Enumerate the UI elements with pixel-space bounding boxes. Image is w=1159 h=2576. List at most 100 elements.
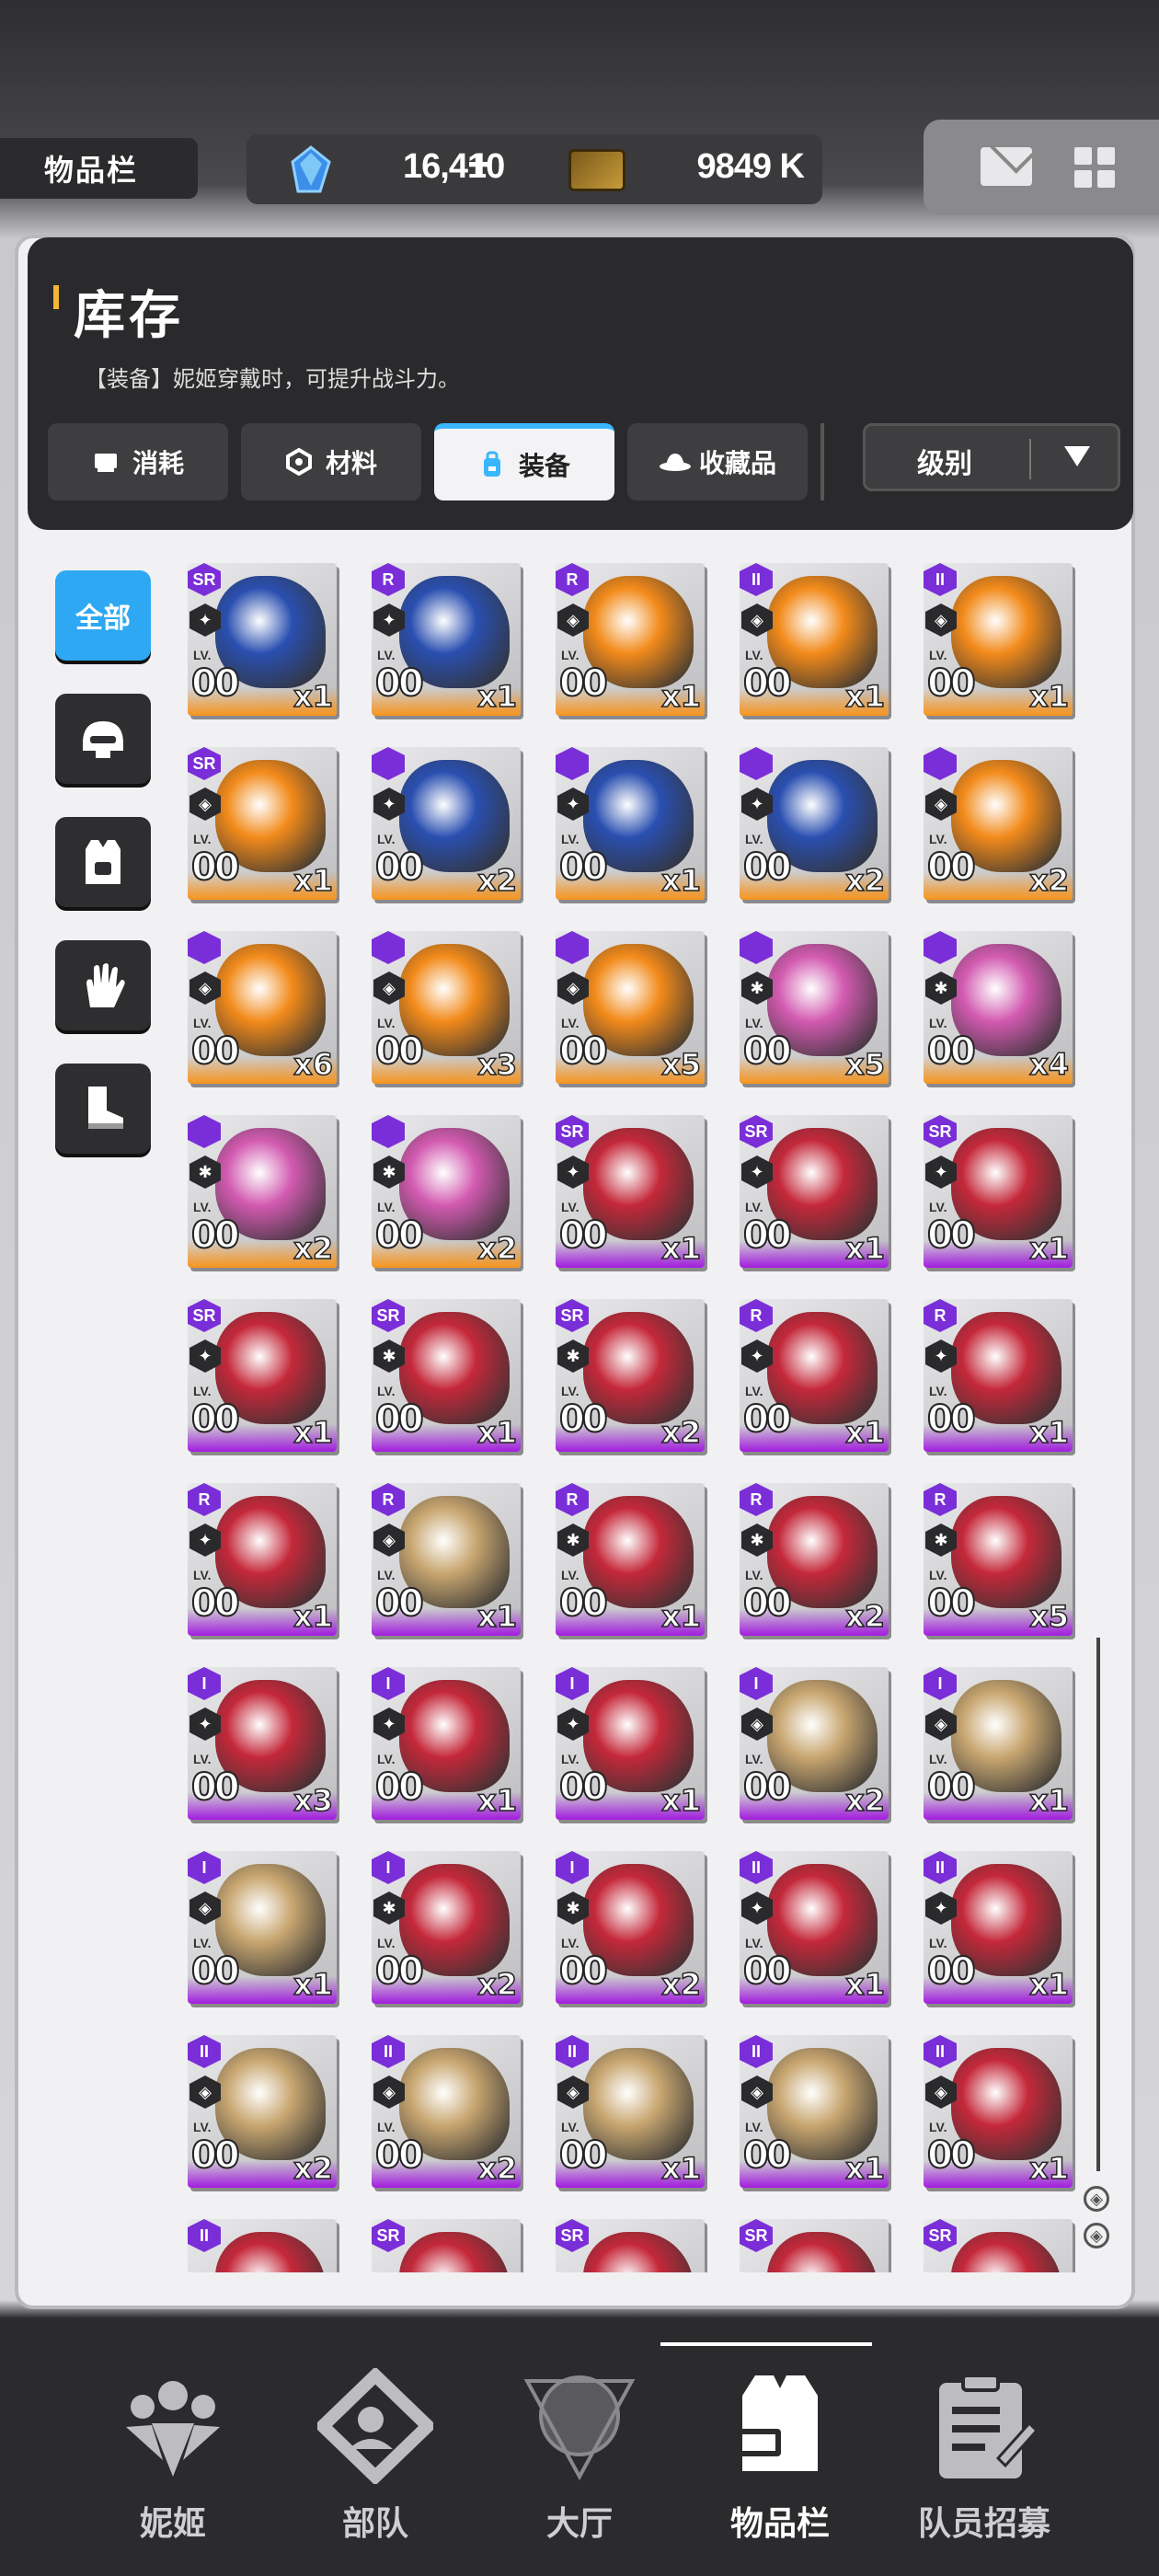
equipment-item[interactable]: SR ✦ LV. 00 x1	[740, 1115, 889, 1268]
nav-lobby[interactable]: 大厅	[488, 2346, 671, 2548]
manufacturer-badge: II	[188, 2219, 221, 2252]
equipment-item[interactable]: SR ✱ LV. 00 x1	[372, 1299, 521, 1452]
equipment-item[interactable]: R ✦ LV. 00 x1	[924, 1299, 1073, 1452]
tab-consumable[interactable]: 消耗	[48, 423, 228, 500]
filter-helmet[interactable]	[55, 694, 151, 784]
tab-materials[interactable]: 材料	[241, 423, 421, 500]
equipment-item[interactable]: II ✦ LV. 00 x1	[924, 1851, 1073, 2004]
level-value: 00	[374, 2133, 425, 2178]
nav-inventory[interactable]: 物品栏	[660, 2342, 872, 2548]
manufacturer-badge: SR	[740, 1115, 773, 1148]
sort-divider	[1029, 439, 1031, 479]
manufacturer-badge	[188, 1115, 221, 1148]
equipment-item[interactable]: II ◈ LV. 00 x1	[924, 563, 1073, 716]
equipment-item[interactable]: R ✦ LV. 00 x1	[372, 563, 521, 716]
level-label: LV.	[377, 1200, 396, 1214]
filter-all[interactable]: 全部	[55, 570, 151, 661]
item-count: x1	[1028, 678, 1069, 715]
manufacturer-badge: R	[372, 563, 405, 596]
equipment-item[interactable]: SR ✦ LV. 00 x1	[188, 563, 337, 716]
level-value: 00	[926, 1213, 977, 1258]
equipment-item[interactable]: R ✦ LV. 00 x1	[740, 1299, 889, 1452]
item-count: x1	[660, 678, 701, 715]
equipment-item[interactable]: ✱ LV. 00 x2	[372, 1115, 521, 1268]
equipment-item[interactable]: R ✱ LV. 00 x5	[924, 1483, 1073, 1636]
filter-gloves[interactable]	[55, 940, 151, 1030]
equipment-item[interactable]: SR ✱ LV. 00 x2	[556, 1299, 705, 1452]
equipment-item[interactable]: SR	[740, 2219, 889, 2272]
equipment-item[interactable]: I ✱ LV. 00 x2	[556, 1851, 705, 2004]
equipment-item[interactable]: I ✦ LV. 00 x1	[556, 1667, 705, 1820]
tab-collectibles[interactable]: 收藏品	[627, 423, 808, 500]
equipment-item[interactable]: R ◈ LV. 00 x1	[372, 1483, 521, 1636]
menu-grid-icon[interactable]	[1074, 147, 1115, 188]
equipment-item[interactable]: ✱ LV. 00 x2	[188, 1115, 337, 1268]
equipment-item[interactable]: SR ✦ LV. 00 x1	[188, 1299, 337, 1452]
equipment-item[interactable]: II	[188, 2219, 337, 2272]
manufacturer-badge: SR	[188, 563, 221, 596]
level-label: LV.	[193, 1200, 212, 1214]
equipment-item[interactable]: ✱ LV. 00 x5	[740, 931, 889, 1084]
equipment-item[interactable]: II ◈ LV. 00 x2	[188, 2035, 337, 2188]
squad-icon	[313, 2366, 438, 2486]
nav-squad[interactable]: 部队	[283, 2346, 467, 2548]
scrollbar[interactable]	[1096, 1638, 1100, 2171]
scroll-down-icon[interactable]: ◈	[1084, 2223, 1109, 2248]
tab-equipment[interactable]: 装备	[434, 423, 614, 500]
equipment-item[interactable]: SR ✦ LV. 00 x1	[556, 1115, 705, 1268]
filter-armor[interactable]	[55, 817, 151, 907]
equipment-item[interactable]: ✦ LV. 00 x2	[740, 747, 889, 900]
equipment-item[interactable]: SR	[372, 2219, 521, 2272]
item-count: x3	[293, 1782, 333, 1819]
equipment-item[interactable]: SR	[924, 2219, 1073, 2272]
equipment-item[interactable]: ◈ LV. 00 x3	[372, 931, 521, 1084]
manufacturer-badge	[556, 931, 589, 964]
level-label: LV.	[745, 1752, 763, 1766]
equipment-item[interactable]: I ◈ LV. 00 x1	[924, 1667, 1073, 1820]
equipment-item[interactable]: R ✦ LV. 00 x1	[188, 1483, 337, 1636]
item-count: x1	[844, 2150, 885, 2187]
equipment-item[interactable]: I ✱ LV. 00 x2	[372, 1851, 521, 2004]
vest-icon	[86, 840, 120, 884]
equipment-item[interactable]: SR ◈ LV. 00 x1	[188, 747, 337, 900]
level-value: 00	[374, 845, 425, 890]
equipment-item[interactable]: II ◈ LV. 00 x1	[556, 2035, 705, 2188]
equipment-item[interactable]: II ◈ LV. 00 x1	[924, 2035, 1073, 2188]
equipment-item[interactable]: SR ✦ LV. 00 x1	[924, 1115, 1073, 1268]
add-gems-button[interactable]: +	[467, 140, 493, 190]
level-label: LV.	[745, 1384, 763, 1398]
inventory-header: 库存 【装备】妮姬穿戴时，可提升战斗力。 消耗 材料 装备 收藏品 级别	[28, 237, 1133, 530]
nav-nikke[interactable]: 妮姬	[81, 2346, 265, 2548]
sort-dropdown[interactable]: 级别	[863, 423, 1120, 491]
equipment-item[interactable]: I ✦ LV. 00 x1	[372, 1667, 521, 1820]
equipment-item[interactable]: R ◈ LV. 00 x1	[556, 563, 705, 716]
equipment-art	[583, 2232, 694, 2272]
equipment-item[interactable]: ✦ LV. 00 x1	[556, 747, 705, 900]
equipment-item[interactable]: I ◈ LV. 00 x2	[740, 1667, 889, 1820]
equipment-item[interactable]: II ◈ LV. 00 x1	[740, 2035, 889, 2188]
scroll-up-icon[interactable]: ◈	[1084, 2186, 1109, 2212]
equipment-item[interactable]: II ✦ LV. 00 x1	[740, 1851, 889, 2004]
equipment-item[interactable]: ◈ LV. 00 x2	[924, 747, 1073, 900]
filter-boots[interactable]	[55, 1064, 151, 1154]
level-value: 00	[742, 1949, 793, 1994]
item-count: x2	[844, 1782, 885, 1819]
level-label: LV.	[193, 2120, 212, 2134]
equipment-item[interactable]: ◈ LV. 00 x5	[556, 931, 705, 1084]
equipment-item[interactable]: I ✦ LV. 00 x3	[188, 1667, 337, 1820]
equipment-item[interactable]: II ◈ LV. 00 x2	[372, 2035, 521, 2188]
item-count: x1	[660, 1782, 701, 1819]
equipment-item[interactable]: ◈ LV. 00 x6	[188, 931, 337, 1084]
equipment-item[interactable]: ✱ LV. 00 x4	[924, 931, 1073, 1084]
equipment-item[interactable]: II ◈ LV. 00 x1	[740, 563, 889, 716]
equipment-item[interactable]: ✦ LV. 00 x2	[372, 747, 521, 900]
ticket-icon	[568, 149, 625, 191]
equipment-item[interactable]: R ✱ LV. 00 x2	[740, 1483, 889, 1636]
mail-icon[interactable]	[981, 147, 1032, 186]
equipment-item[interactable]: R ✱ LV. 00 x1	[556, 1483, 705, 1636]
manufacturer-badge: I	[740, 1667, 773, 1700]
equipment-item[interactable]: SR	[556, 2219, 705, 2272]
nav-recruit[interactable]: 队员招募	[892, 2346, 1076, 2548]
level-value: 00	[926, 1029, 977, 1074]
equipment-item[interactable]: I ◈ LV. 00 x1	[188, 1851, 337, 2004]
